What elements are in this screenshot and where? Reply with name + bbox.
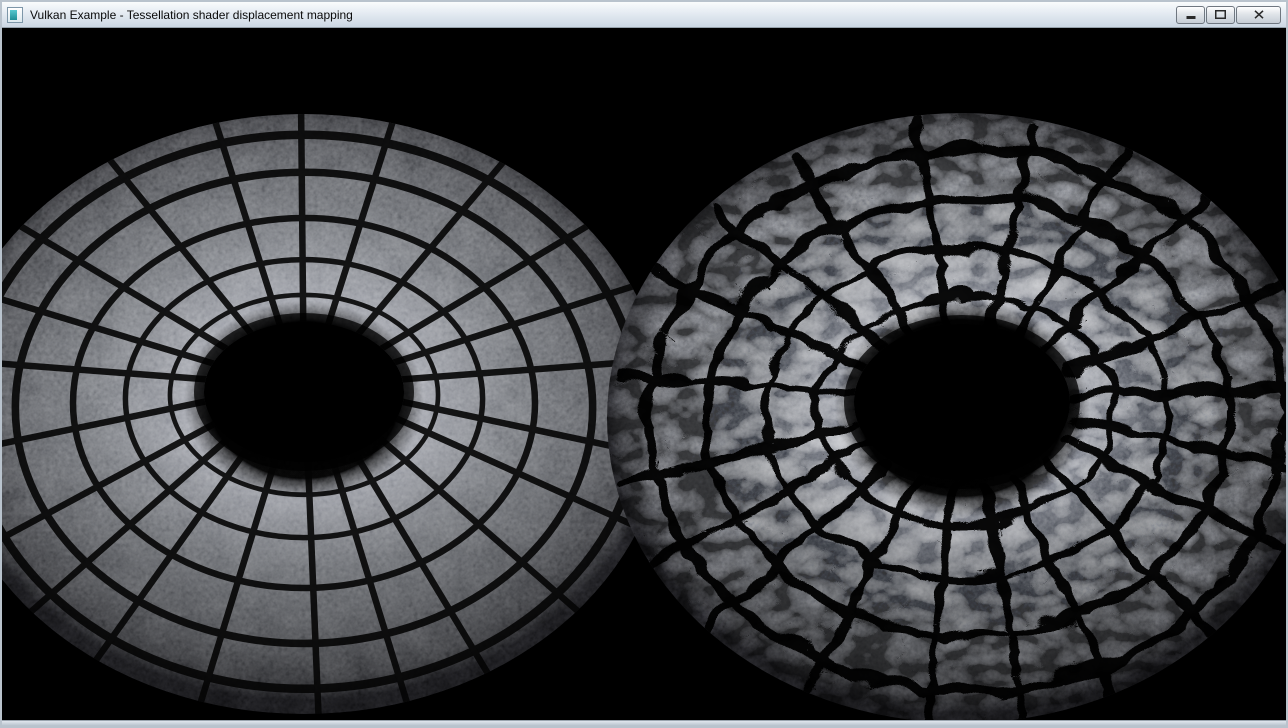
- minimize-button[interactable]: [1176, 6, 1205, 24]
- window-title: Vulkan Example - Tessellation shader dis…: [30, 8, 1176, 22]
- minimize-icon: [1186, 10, 1196, 19]
- close-button[interactable]: [1236, 6, 1281, 24]
- maximize-icon: [1215, 10, 1226, 19]
- window-bottom-border: [2, 720, 1286, 726]
- app-icon[interactable]: [7, 7, 23, 23]
- app-window: Vulkan Example - Tessellation shader dis…: [0, 0, 1288, 728]
- titlebar[interactable]: Vulkan Example - Tessellation shader dis…: [2, 2, 1286, 28]
- close-icon: [1254, 10, 1264, 19]
- maximize-button[interactable]: [1206, 6, 1235, 24]
- render-viewport[interactable]: [2, 28, 1286, 720]
- window-controls: [1176, 6, 1281, 24]
- rendered-scene[interactable]: [2, 28, 1286, 720]
